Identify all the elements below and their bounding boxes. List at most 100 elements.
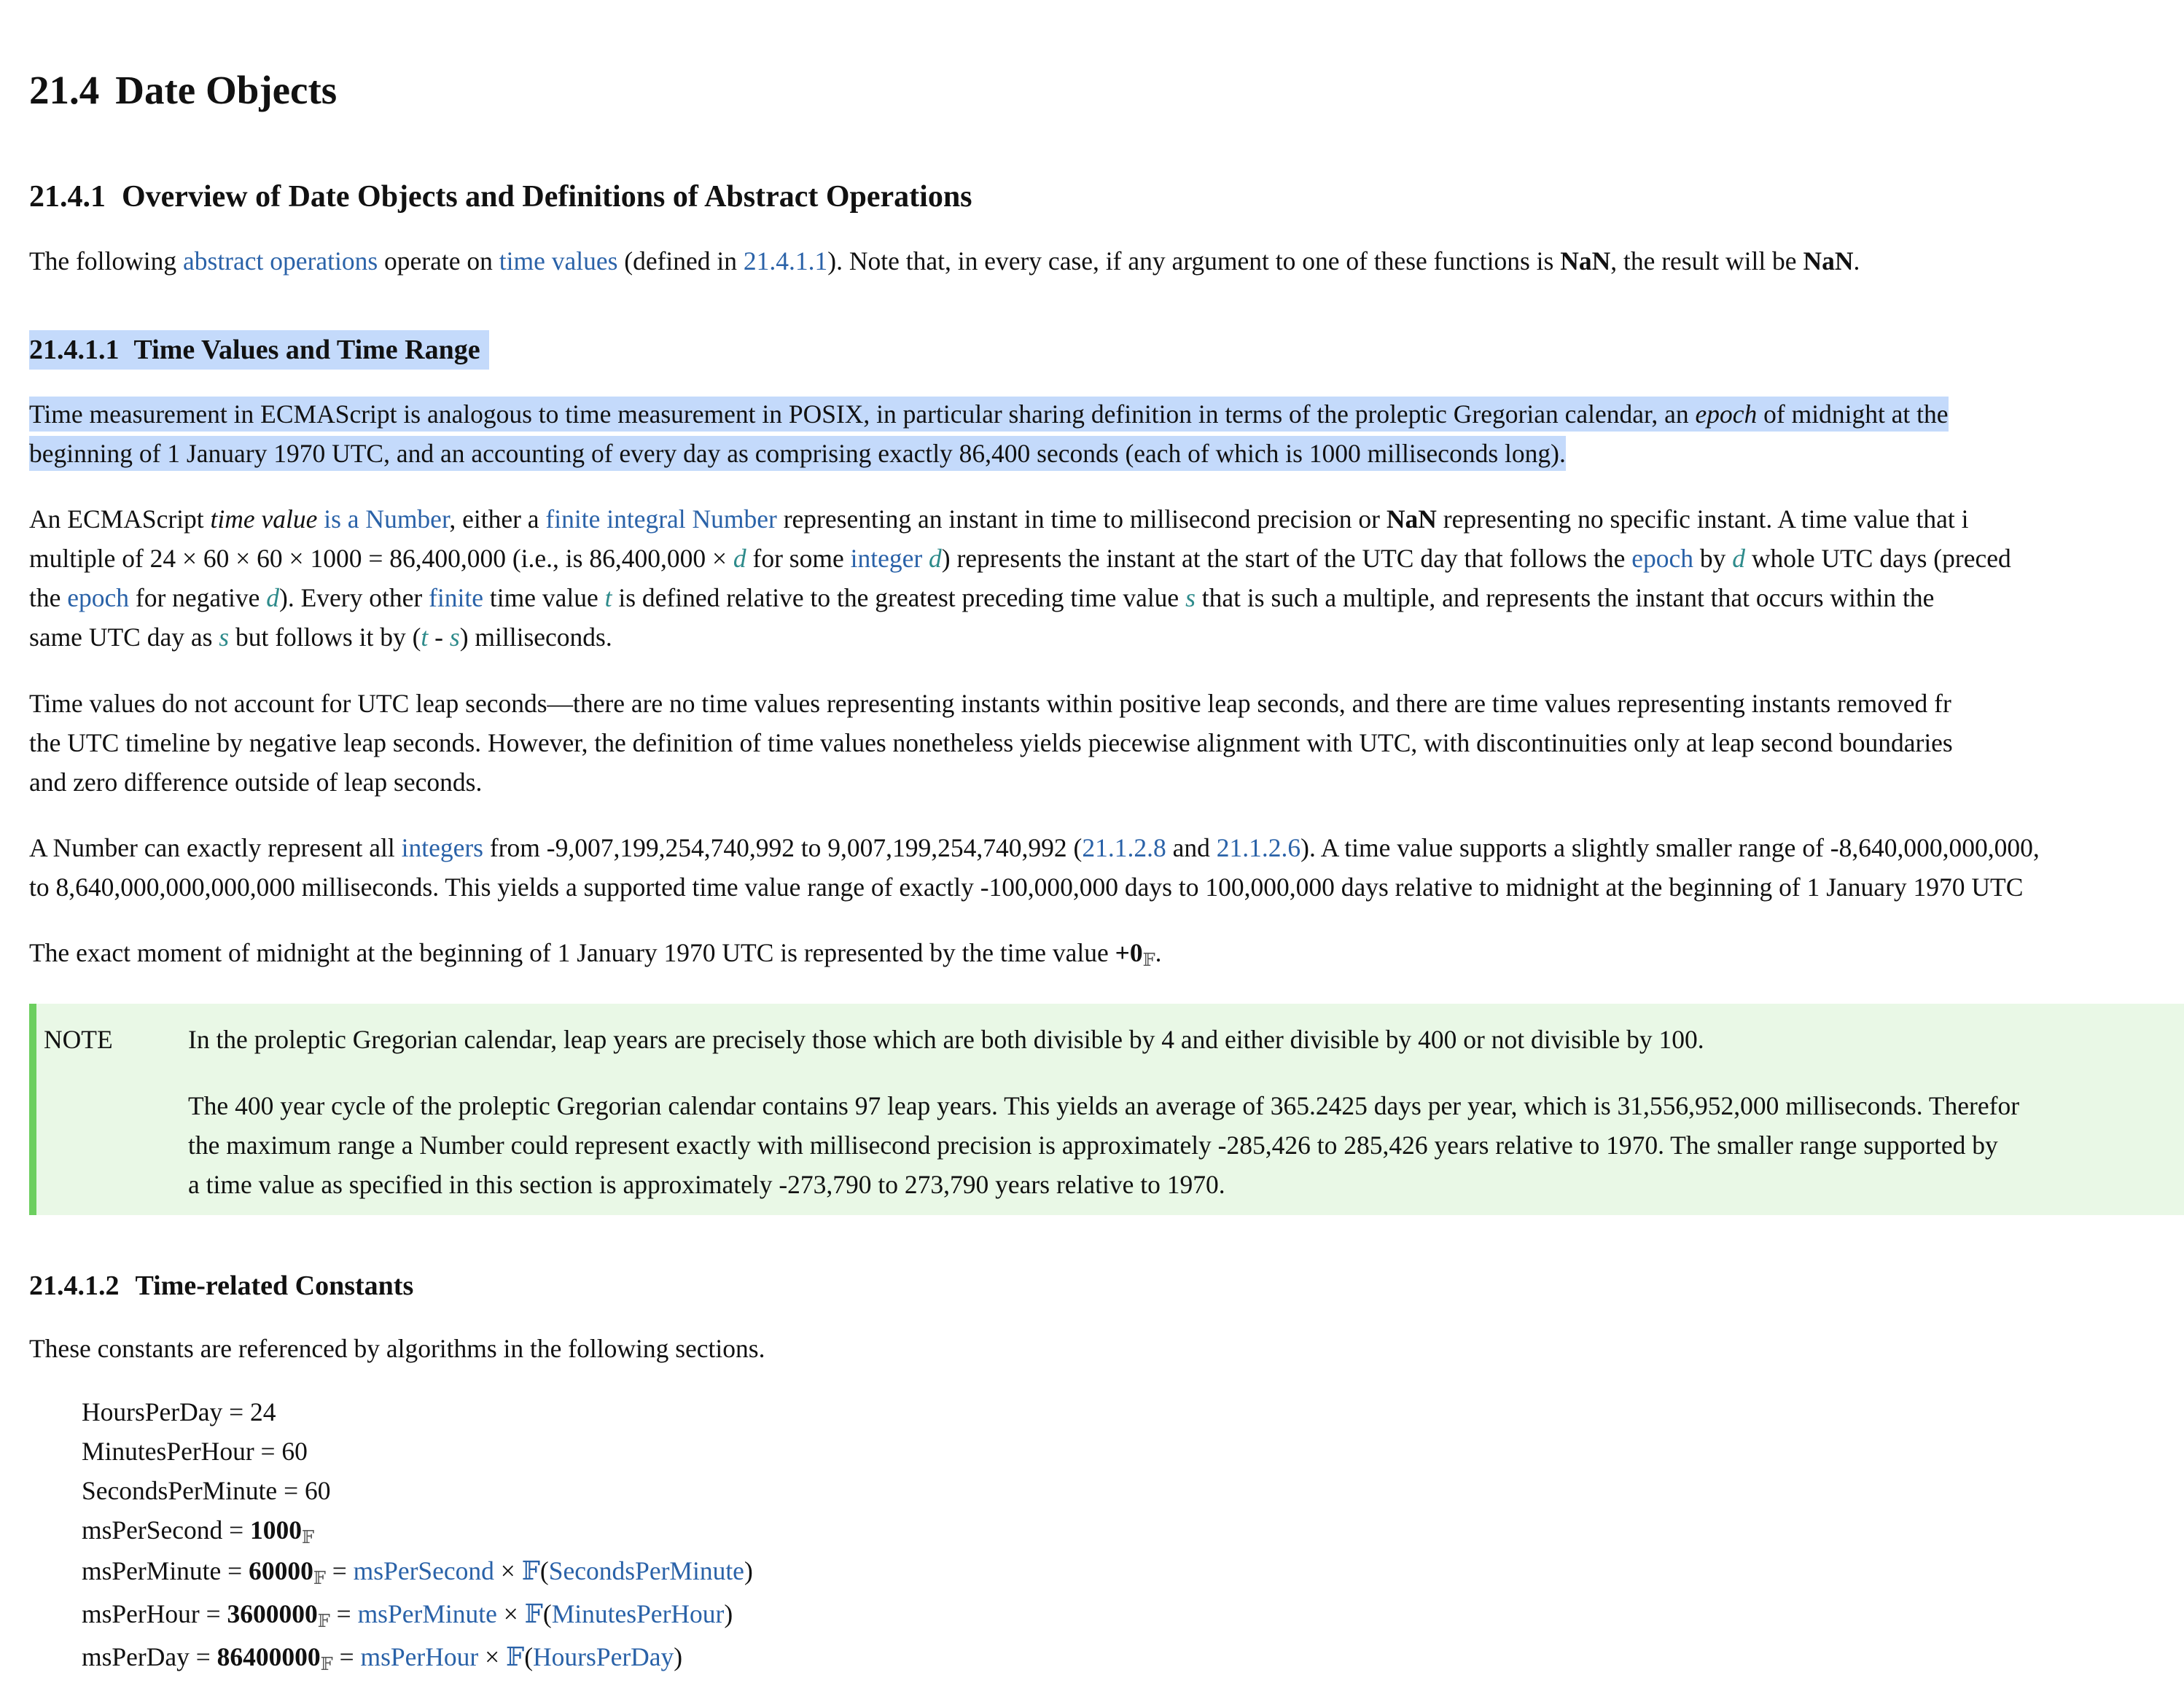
text: to 8,640,000,000,000,000 milliseconds. T… [29,873,2024,902]
text: the UTC timeline by negative leap second… [29,728,1953,757]
link-f-conversion[interactable]: 𝔽 [525,1599,543,1628]
variable-s[interactable]: s [450,622,460,652]
constants-list: HoursPerDay = 24 MinutesPerHour = 60 Sec… [82,1392,753,1679]
text: msPerHour = [82,1599,227,1628]
variable-t[interactable]: t [605,583,612,612]
section-number: 21.4 [29,68,100,112]
link-f-conversion[interactable]: 𝔽 [522,1556,540,1585]
text: by [1693,544,1733,573]
link-epoch[interactable]: epoch [1631,544,1693,573]
text: The 400 year cycle of the proleptic Greg… [188,1091,2020,1120]
paragraph-epoch-value: The exact moment of midnight at the begi… [29,933,2184,972]
variable-d[interactable]: d [1732,544,1745,573]
link-f-conversion[interactable]: 𝔽 [506,1642,524,1671]
text: ) [744,1556,753,1585]
value: 3600000 [227,1599,318,1628]
text: The following [29,246,183,276]
constants-intro: These constants are referenced by algori… [29,1329,2184,1368]
text: representing an instant in time to milli… [776,504,1387,534]
text: ( [524,1642,534,1671]
link-is-a-number[interactable]: is a Number [324,504,449,534]
text: = [325,1556,354,1585]
text: ) represents the instant at the start of… [941,544,1632,573]
text: ( [542,1599,552,1628]
text: and [1166,833,1217,862]
text: operate on [378,246,499,276]
section-title: Time-related Constants [135,1270,414,1301]
section-title: Overview of Date Objects and Definitions… [122,180,972,214]
text: the maximum range a Number could represe… [188,1131,1998,1160]
f-subscript: 𝔽 [313,1569,326,1588]
text: a time value as specified in this sectio… [188,1170,1225,1199]
text: ). Every other [279,583,429,612]
note-box: NOTE In the proleptic Gregorian calendar… [29,1004,2184,1215]
f-subscript: 𝔽 [317,1612,330,1631]
constant-seconds-per-minute: SecondsPerMinute = 60 [82,1476,331,1505]
intro-paragraph: The following abstract operations operat… [29,241,2184,281]
text: . [1155,938,1162,967]
text: msPerMinute = [82,1556,249,1585]
link-integers[interactable]: integers [402,833,483,862]
text: msPerDay = [82,1642,217,1671]
text: of midnight at the [1757,399,1949,429]
variable-d[interactable]: d [266,583,279,612]
text: A Number can exactly represent all [29,833,402,862]
value: 1000 [250,1515,303,1545]
paragraph-leap-seconds: Time values do not account for UTC leap … [29,684,2184,802]
text: for negative [129,583,267,612]
plus-zero-value: +0 [1115,938,1143,967]
text [922,544,929,573]
note-paragraph-1: In the proleptic Gregorian calendar, lea… [188,1025,1704,1054]
text: , either a [449,504,546,534]
text: same UTC day as [29,622,219,652]
link-abstract-operations[interactable]: abstract operations [183,246,378,276]
link-21-1-2-8[interactable]: 21.1.2.8 [1082,833,1166,862]
variable-s[interactable]: s [219,622,229,652]
text: Time measurement in ECMAScript is analog… [29,399,1696,429]
link-ms-per-hour[interactable]: msPerHour [361,1642,479,1671]
link-hours-per-day[interactable]: HoursPerDay [533,1642,674,1671]
constant-ms-per-hour: msPerHour = 3600000𝔽 = msPerMinute × 𝔽(M… [82,1593,753,1636]
link-21-4-1-1[interactable]: 21.4.1.1 [744,246,827,276]
nan-keyword: NaN [1560,246,1611,276]
text: msPerSecond = [82,1515,251,1545]
link-ms-per-minute[interactable]: msPerMinute [358,1599,497,1628]
text: ) milliseconds. [459,622,612,652]
f-subscript: 𝔽 [302,1529,315,1547]
text: = [332,1642,361,1671]
f-subscript: 𝔽 [320,1655,333,1674]
section-title: Time Values and Time Range [128,330,489,370]
text: is defined relative to the greatest prec… [612,583,1186,612]
text: These constants are referenced by algori… [29,1334,765,1363]
link-ms-per-second[interactable]: msPerSecond [354,1556,494,1585]
section-title: Date Objects [115,68,338,112]
link-epoch[interactable]: epoch [67,583,129,612]
paragraph-number-range: A Number can exactly represent all integ… [29,828,2184,907]
text: ) [674,1642,683,1671]
link-finite-integral-number[interactable]: finite integral Number [545,504,776,534]
link-seconds-per-minute[interactable]: SecondsPerMinute [549,1556,744,1585]
link-integer[interactable]: integer [851,544,923,573]
epoch-term: epoch [1695,399,1758,429]
nan-keyword: NaN [1803,246,1854,276]
section-number: 21.4.1.2 [29,1270,120,1301]
variable-s[interactable]: s [1185,583,1196,612]
text: for some [746,544,851,573]
constant-ms-per-minute: msPerMinute = 60000𝔽 = msPerSecond × 𝔽(S… [82,1550,753,1593]
link-minutes-per-hour[interactable]: MinutesPerHour [552,1599,725,1628]
text: (defined in [617,246,744,276]
text: , the result will be [1610,246,1803,276]
constant-ms-per-day: msPerDay = 86400000𝔽 = msPerHour × 𝔽(Hou… [82,1636,753,1679]
text: = [329,1599,358,1628]
text [317,504,324,534]
link-finite[interactable]: finite [429,583,483,612]
section-heading-21-4-1-2: 21.4.1.2 Time-related Constants [29,1270,413,1302]
link-21-1-2-6[interactable]: 21.1.2.6 [1217,833,1300,862]
link-time-values[interactable]: time values [499,246,618,276]
variable-d[interactable]: d [733,544,746,573]
variable-d[interactable]: d [929,544,942,573]
f-subscript: 𝔽 [1142,951,1155,970]
text: and zero difference outside of leap seco… [29,768,483,797]
text: ). Note that, in every case, if any argu… [827,246,1561,276]
variable-t[interactable]: t [421,622,428,652]
